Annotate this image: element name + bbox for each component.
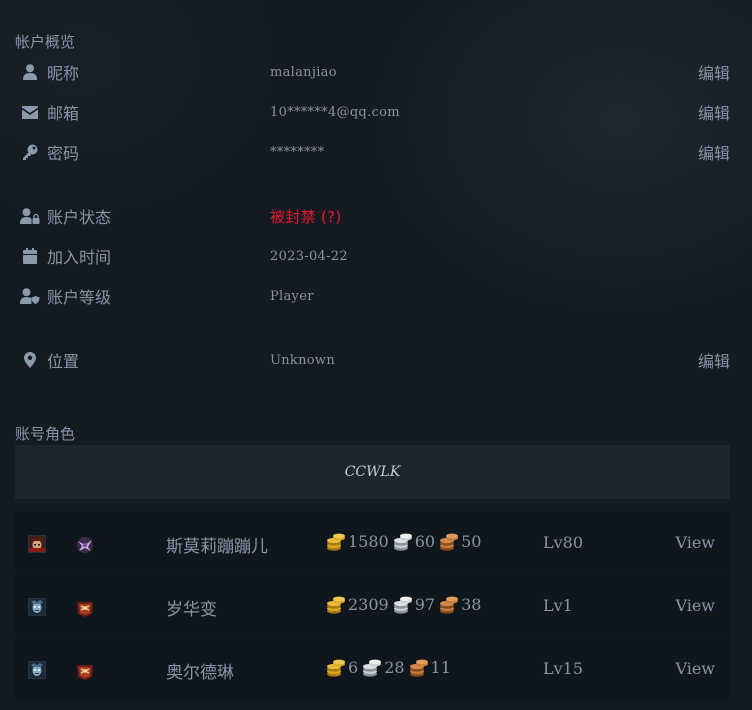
account-status-label: 账户状态 — [47, 208, 112, 227]
email-value: 10******4@qq.com — [270, 104, 400, 120]
human-race-icon — [28, 535, 46, 553]
location-value: Unknown — [270, 352, 336, 368]
character-level: Lv15 — [543, 659, 584, 678]
join-date-value: 2023-04-22 — [270, 248, 348, 264]
edit-email-button[interactable]: 编辑 — [690, 100, 730, 124]
copper-coin-icon — [439, 533, 459, 551]
user-icon — [15, 64, 45, 80]
gold-amount: 2309 — [348, 595, 389, 614]
undead-race-icon — [28, 598, 46, 616]
account-status-row: 账户状态 被封禁 (?) — [15, 201, 730, 231]
password-label: 密码 — [47, 144, 80, 163]
copper-amount: 11 — [430, 658, 451, 677]
realm-header: CCWLK — [15, 445, 730, 499]
silver-amount: 28 — [384, 658, 405, 677]
silver-amount: 60 — [414, 532, 436, 551]
user-shield-icon — [15, 288, 45, 304]
character-money: 6 28 11 — [326, 658, 455, 677]
nickname-row: 昵称 malanjiao 编辑 — [15, 57, 730, 87]
silver-coin-icon — [393, 596, 413, 614]
character-level: Lv80 — [543, 533, 584, 552]
character-level: Lv1 — [543, 596, 573, 615]
account-overview-title: 帐户概览 — [15, 33, 76, 51]
gold-coin-icon — [326, 596, 346, 614]
nickname-label: 昵称 — [47, 64, 80, 83]
mail-icon — [15, 105, 45, 119]
user-lock-icon — [15, 208, 45, 224]
copper-amount: 38 — [461, 595, 482, 614]
silver-coin-icon — [362, 659, 382, 677]
account-level-row: 账户等级 Player — [15, 281, 730, 311]
gold-amount: 6 — [348, 658, 359, 677]
copper-coin-icon — [439, 596, 459, 614]
gold-coin-icon — [326, 659, 346, 677]
edit-nickname-button[interactable]: 编辑 — [690, 60, 730, 84]
characters-title: 账号角色 — [15, 425, 76, 443]
edit-location-button[interactable]: 编辑 — [690, 348, 730, 372]
character-name: 岁华变 — [166, 600, 217, 620]
view-character-button[interactable]: View — [675, 659, 715, 678]
email-label: 邮箱 — [47, 104, 80, 123]
character-row: 岁华变 2309 97 38 Lv1 View — [15, 575, 730, 637]
password-value: ******** — [270, 144, 325, 160]
silver-amount: 97 — [414, 595, 436, 614]
account-status-value[interactable]: 被封禁 (?) — [270, 206, 730, 227]
view-character-button[interactable]: View — [675, 533, 715, 552]
join-date-row: 加入时间 2023-04-22 — [15, 241, 730, 271]
join-date-label: 加入时间 — [47, 248, 112, 267]
account-level-label: 账户等级 — [47, 288, 112, 307]
warrior-class-icon — [75, 661, 95, 681]
realm-name: CCWLK — [344, 464, 401, 480]
character-money: 1580 60 50 — [326, 532, 485, 551]
silver-coin-icon — [393, 533, 413, 551]
character-name: 斯莫莉蹦蹦儿 — [166, 537, 268, 557]
account-level-value: Player — [270, 288, 314, 304]
location-label: 位置 — [47, 352, 80, 371]
character-row: 奥尔德琳 6 28 11 Lv15 View — [15, 638, 730, 700]
gold-amount: 1580 — [348, 532, 389, 551]
location-row: 位置 Unknown 编辑 — [15, 345, 730, 375]
character-row: 斯莫莉蹦蹦儿 1580 60 50 Lv80 View — [15, 512, 730, 574]
password-row: 密码 ******** 编辑 — [15, 137, 730, 167]
undead-race-icon — [28, 661, 46, 679]
location-pin-icon — [15, 352, 45, 368]
warlock-class-icon — [75, 535, 95, 555]
warrior-class-icon — [75, 598, 95, 618]
view-character-button[interactable]: View — [675, 596, 715, 615]
calendar-icon — [15, 248, 45, 264]
character-name: 奥尔德琳 — [166, 663, 234, 683]
nickname-value: malanjiao — [270, 64, 337, 80]
gold-coin-icon — [326, 533, 346, 551]
copper-coin-icon — [409, 659, 429, 677]
character-money: 2309 97 38 — [326, 595, 485, 614]
edit-password-button[interactable]: 编辑 — [690, 140, 730, 164]
email-row: 邮箱 10******4@qq.com 编辑 — [15, 97, 730, 127]
copper-amount: 50 — [461, 532, 482, 551]
key-icon — [15, 144, 45, 160]
